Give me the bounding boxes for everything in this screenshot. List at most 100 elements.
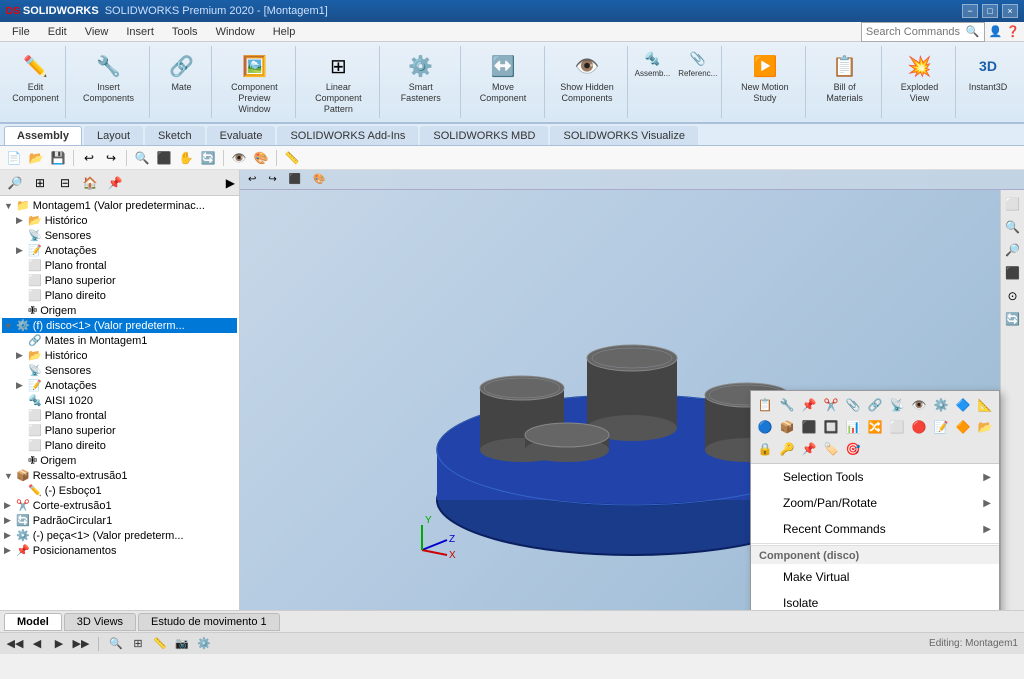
tree-item-esboco1[interactable]: ✏️ (-) Esboço1 bbox=[2, 483, 237, 498]
ctx-icon-15[interactable]: 🔲 bbox=[821, 417, 841, 437]
tree-item-origem-2[interactable]: ✙ Origem bbox=[2, 453, 237, 468]
ctx-icon-24[interactable]: 🔑 bbox=[777, 439, 797, 459]
tree-item-peca1[interactable]: ▶ ⚙️ (-) peça<1> (Valor predeterm... bbox=[2, 528, 237, 543]
bottom-tab-estudo[interactable]: Estudo de movimento 1 bbox=[138, 613, 280, 631]
save-file-button[interactable]: 💾 bbox=[48, 148, 68, 168]
ctx-icon-22[interactable]: 📂 bbox=[975, 417, 995, 437]
bottom-tab-model[interactable]: Model bbox=[4, 613, 62, 631]
ctx-icon-20[interactable]: 📝 bbox=[931, 417, 951, 437]
ctx-icon-25[interactable]: 📌 bbox=[799, 439, 819, 459]
undo-button[interactable]: ↩ bbox=[79, 148, 99, 168]
maximize-button[interactable]: □ bbox=[982, 4, 998, 18]
zoom-out-button[interactable]: 🔎 bbox=[1003, 240, 1023, 260]
ctx-icon-3[interactable]: 📌 bbox=[799, 395, 819, 415]
tab-solidworks-mbd[interactable]: SOLIDWORKS MBD bbox=[420, 126, 548, 145]
tree-item-mates[interactable]: 🔗 Mates in Montagem1 bbox=[2, 333, 237, 348]
ribbon-btn-new-motion-study[interactable]: ▶️ New Motion Study bbox=[728, 48, 801, 106]
tab-solidworks-addins[interactable]: SOLIDWORKS Add-Ins bbox=[277, 126, 418, 145]
menu-window[interactable]: Window bbox=[208, 24, 263, 40]
status-zoom-button[interactable]: 🔍 bbox=[107, 635, 125, 653]
normal-to-button[interactable]: ⊙ bbox=[1003, 286, 1023, 306]
ribbon-btn-smart-fasteners[interactable]: ⚙️ Smart Fasteners bbox=[386, 48, 456, 106]
pan-button[interactable]: ✋ bbox=[176, 148, 196, 168]
ctx-icon-17[interactable]: 🔀 bbox=[865, 417, 885, 437]
tree-home-button[interactable]: 🏠 bbox=[79, 172, 101, 194]
tree-expand-button[interactable]: ⊞ bbox=[29, 172, 51, 194]
ctx-icon-23[interactable]: 🔒 bbox=[755, 439, 775, 459]
ctx-icon-18[interactable]: ⬜ bbox=[887, 417, 907, 437]
tab-solidworks-visualize[interactable]: SOLIDWORKS Visualize bbox=[550, 126, 697, 145]
fit-button[interactable]: ⬛ bbox=[154, 148, 174, 168]
ctx-icon-11[interactable]: 📐 bbox=[975, 395, 995, 415]
status-prev-button[interactable]: ◀ bbox=[28, 635, 46, 653]
tree-pin-button[interactable]: 📌 bbox=[104, 172, 126, 194]
ctx-icon-21[interactable]: 🔶 bbox=[953, 417, 973, 437]
rotate-button[interactable]: 🔄 bbox=[198, 148, 218, 168]
tab-sketch[interactable]: Sketch bbox=[145, 126, 205, 145]
tree-item-sensores-2[interactable]: 📡 Sensores bbox=[2, 363, 237, 378]
ctx-icon-19[interactable]: 🔴 bbox=[909, 417, 929, 437]
minimize-button[interactable]: − bbox=[962, 4, 978, 18]
fit-all-button[interactable]: ⬛ bbox=[1003, 263, 1023, 283]
tree-item-historico-1[interactable]: ▶ 📂 Histórico bbox=[2, 213, 237, 228]
status-play-button[interactable]: ▶ bbox=[50, 635, 68, 653]
tree-item-plano-frontal-2[interactable]: ⬜ Plano frontal bbox=[2, 408, 237, 423]
tree-item-posicionamentos[interactable]: ▶ 📌 Posicionamentos bbox=[2, 543, 237, 558]
ctx-icon-9[interactable]: ⚙️ bbox=[931, 395, 951, 415]
tree-filter-button[interactable]: 🔎 bbox=[4, 172, 26, 194]
tree-item-plano-superior-1[interactable]: ⬜ Plano superior bbox=[2, 273, 237, 288]
ribbon-btn-instant3d[interactable]: 3D Instant3D bbox=[965, 48, 1012, 95]
ctx-icon-10[interactable]: 🔷 bbox=[953, 395, 973, 415]
ctx-icon-4[interactable]: ✂️ bbox=[821, 395, 841, 415]
ribbon-btn-insert-components[interactable]: 🔧 Insert Components bbox=[72, 48, 145, 106]
tree-item-ressalto[interactable]: ▼ 📦 Ressalto-extrusão1 bbox=[2, 468, 237, 483]
menu-view[interactable]: View bbox=[77, 24, 117, 40]
status-measure-button[interactable]: 📏 bbox=[151, 635, 169, 653]
tree-item-padrao-circular[interactable]: ▶ 🔄 PadrãoCircular1 bbox=[2, 513, 237, 528]
ctx-icon-6[interactable]: 🔗 bbox=[865, 395, 885, 415]
tree-collapse-button[interactable]: ⊟ bbox=[54, 172, 76, 194]
menu-file[interactable]: File bbox=[4, 24, 38, 40]
ctx-icon-16[interactable]: 📊 bbox=[843, 417, 863, 437]
ctx-icon-1[interactable]: 📋 bbox=[755, 395, 775, 415]
ribbon-btn-component-preview[interactable]: 🖼️ Component Preview Window bbox=[218, 48, 291, 116]
open-file-button[interactable]: 📂 bbox=[26, 148, 46, 168]
ribbon-btn-show-hidden[interactable]: 👁️ Show Hidden Components bbox=[551, 48, 624, 106]
tree-more-button[interactable]: ▶ bbox=[226, 176, 235, 190]
menu-edit[interactable]: Edit bbox=[40, 24, 75, 40]
redo-button[interactable]: ↪ bbox=[101, 148, 121, 168]
tree-item-montagem[interactable]: ▼ 📁 Montagem1 (Valor predeterminac... bbox=[2, 198, 237, 213]
zoom-button[interactable]: 🔍 bbox=[132, 148, 152, 168]
tab-evaluate[interactable]: Evaluate bbox=[207, 126, 276, 145]
ctx-icon-27[interactable]: 🎯 bbox=[843, 439, 863, 459]
status-first-button[interactable]: ◀◀ bbox=[6, 635, 24, 653]
measure-button[interactable]: 📏 bbox=[282, 148, 302, 168]
zoom-in-button[interactable]: 🔍 bbox=[1003, 217, 1023, 237]
status-next-button[interactable]: ▶▶ bbox=[72, 635, 90, 653]
ribbon-btn-move-component[interactable]: ↔️ Move Component bbox=[467, 48, 540, 106]
ctx-item-selection-tools[interactable]: Selection Tools ▶ bbox=[751, 464, 999, 490]
tree-item-disco[interactable]: ▼ ⚙️ (f) disco<1> (Valor predeterm... bbox=[2, 318, 237, 333]
menu-help[interactable]: Help bbox=[265, 24, 304, 40]
search-commands-box[interactable]: 🔍 bbox=[861, 22, 985, 42]
search-commands-input[interactable] bbox=[866, 26, 966, 38]
ribbon-btn-exploded-view[interactable]: 💥 Exploded View bbox=[888, 48, 951, 106]
tree-item-corte-extrusao[interactable]: ▶ ✂️ Corte-extrusão1 bbox=[2, 498, 237, 513]
ribbon-btn-mate[interactable]: 🔗 Mate bbox=[161, 48, 201, 95]
rotate-view-button[interactable]: 🔄 bbox=[1003, 309, 1023, 329]
ribbon-btn-reference[interactable]: 📎 Referenc... bbox=[675, 48, 720, 79]
tree-item-origem-1[interactable]: ✙ Origem bbox=[2, 303, 237, 318]
view-cube-button[interactable]: ⬜ bbox=[1003, 194, 1023, 214]
ctx-item-zoom-pan[interactable]: Zoom/Pan/Rotate ▶ bbox=[751, 490, 999, 516]
ctx-item-make-virtual[interactable]: Make Virtual bbox=[751, 564, 999, 590]
tree-item-aisi1020[interactable]: 🔩 AISI 1020 bbox=[2, 393, 237, 408]
tree-item-plano-frontal-1[interactable]: ⬜ Plano frontal bbox=[2, 258, 237, 273]
user-icon[interactable]: 👤 bbox=[989, 25, 1003, 38]
tree-item-anotacoes-1[interactable]: ▶ 📝 Anotações bbox=[2, 243, 237, 258]
ribbon-btn-edit-component[interactable]: ✏️ EditComponent bbox=[8, 48, 63, 106]
tab-layout[interactable]: Layout bbox=[84, 126, 143, 145]
ribbon-btn-bill-of-materials[interactable]: 📋 Bill of Materials bbox=[812, 48, 877, 106]
bottom-tab-3d-views[interactable]: 3D Views bbox=[64, 613, 136, 631]
close-button[interactable]: × bbox=[1002, 4, 1018, 18]
ctx-item-recent-commands[interactable]: Recent Commands ▶ bbox=[751, 516, 999, 542]
